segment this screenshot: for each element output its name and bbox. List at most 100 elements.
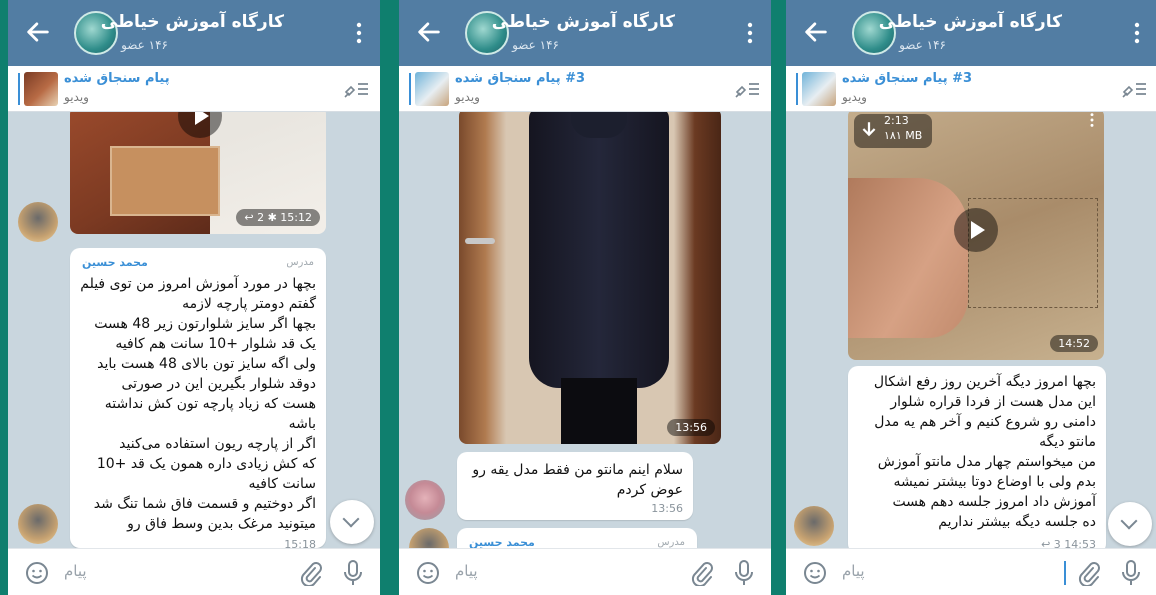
message-line: دامنی رو شروع کنیم و آخر هم یه مدل bbox=[874, 414, 1096, 430]
video-time: 14:52 bbox=[1050, 335, 1098, 352]
pin-list-icon[interactable] bbox=[342, 78, 370, 100]
message-input[interactable]: پیام bbox=[455, 562, 478, 580]
photo-time: 13:56 bbox=[667, 419, 715, 436]
pinned-thumbnail bbox=[415, 72, 449, 106]
legs bbox=[561, 378, 637, 444]
play-button[interactable] bbox=[954, 208, 998, 252]
microphone-icon[interactable] bbox=[342, 559, 364, 587]
video-time: 15:12 bbox=[280, 211, 312, 224]
message-time: 15:18 bbox=[284, 538, 316, 548]
pin-list-icon[interactable] bbox=[733, 78, 761, 100]
door-handle bbox=[465, 238, 495, 244]
scroll-down-button[interactable] bbox=[330, 500, 374, 544]
message-time: 14:53 bbox=[1064, 538, 1096, 548]
sender-avatar[interactable] bbox=[794, 506, 834, 546]
emoji-icon[interactable] bbox=[802, 560, 828, 586]
sender-avatar[interactable] bbox=[405, 480, 445, 520]
message-line: یک قد شلوار +10 سانت هم کافیه bbox=[115, 336, 316, 352]
sender-avatar[interactable] bbox=[18, 202, 58, 242]
pin-indicator bbox=[409, 73, 411, 105]
sender-role: مدرس bbox=[286, 257, 314, 268]
kebab-icon[interactable] bbox=[747, 22, 753, 44]
pinned-subtitle: ویدیو bbox=[842, 90, 867, 104]
paperclip-icon[interactable] bbox=[298, 560, 322, 586]
sender-avatar[interactable] bbox=[409, 528, 449, 548]
channel-title[interactable]: کارگاه آموزش خیاطی bbox=[492, 12, 675, 32]
kebab-icon[interactable] bbox=[1134, 22, 1140, 44]
text-message[interactable]: محمد حسین مدرس bbox=[457, 528, 697, 548]
message-list[interactable]: 13:56 سلام اینم مانتو من فقط مدل یقه رو ع… bbox=[399, 112, 771, 548]
video-message[interactable]: 2:13 ۱۸۱ MB 14:52 bbox=[848, 112, 1104, 360]
member-count: ۱۴۶ عضو bbox=[899, 38, 946, 52]
message-line: اگر دوختیم و قسمت فاق شما تنگ شد bbox=[93, 496, 316, 512]
message-line: بچها اگر سایز شلوارتون زیر 48 هست bbox=[94, 316, 316, 332]
message-list[interactable]: ↩ 2 ✱ 15:12 محمد حسین مدرس بچها در مورد … bbox=[8, 112, 380, 548]
message-line: هست که زیاد پارچه تون کش نداشته bbox=[104, 396, 316, 412]
kebab-icon[interactable] bbox=[1090, 112, 1094, 128]
text-message[interactable]: سلام اینم مانتو من فقط مدل یقه رو عوض کرد… bbox=[457, 452, 693, 520]
chat-header: کارگاه آموزش خیاطی ۱۴۶ عضو bbox=[8, 0, 380, 66]
arrow-left-icon[interactable] bbox=[802, 18, 830, 46]
sender-name[interactable]: محمد حسین bbox=[469, 536, 535, 548]
video-meta: ↩ 2 ✱ 15:12 bbox=[236, 209, 320, 226]
paperclip-icon[interactable] bbox=[1076, 560, 1100, 586]
pinned-title: #3 پیام سنجاق شده bbox=[842, 71, 973, 86]
video-message[interactable]: ↩ 2 ✱ 15:12 bbox=[70, 112, 326, 234]
video-size: ۱۸۱ MB bbox=[884, 129, 923, 142]
microphone-icon[interactable] bbox=[1120, 559, 1142, 587]
download-icon[interactable] bbox=[860, 120, 878, 138]
channel-title[interactable]: کارگاه آموزش خیاطی bbox=[101, 12, 284, 32]
text-message[interactable]: بچها امروز دیگه آخرین روز رفع اشکال این م… bbox=[848, 366, 1106, 548]
message-list[interactable]: 2:13 ۱۸۱ MB 14:52 بچها امروز دیگه آخرین … bbox=[786, 112, 1156, 548]
pinned-thumbnail bbox=[802, 72, 836, 106]
message-body: بچها امروز دیگه آخرین روز رفع اشکال این م… bbox=[856, 372, 1096, 532]
sender-role: مدرس bbox=[657, 537, 685, 548]
pinned-subtitle: ویدیو bbox=[455, 90, 480, 104]
pinned-thumbnail bbox=[24, 72, 58, 106]
emoji-icon[interactable] bbox=[415, 560, 441, 586]
pin-indicator bbox=[796, 73, 798, 105]
message-line: بدم ولی با اوضاع دوتا بیشتر نمیشه bbox=[893, 474, 1096, 490]
text-message[interactable]: محمد حسین مدرس بچها در مورد آموزش امروز … bbox=[70, 248, 326, 548]
message-line: دوقد شلوار بگیرین این در صورتی bbox=[121, 376, 316, 392]
pinned-subtitle: ویدیو bbox=[64, 90, 89, 104]
text-cursor bbox=[1064, 561, 1066, 585]
message-meta: ↩ 3 14:53 bbox=[1041, 538, 1096, 548]
sender-name[interactable]: محمد حسین bbox=[82, 256, 148, 269]
message-input-bar: پیام bbox=[786, 548, 1156, 595]
message-line: سانت کافیه bbox=[248, 476, 316, 492]
hand bbox=[848, 178, 968, 338]
chat-header: کارگاه آموزش خیاطی ۱۴۶ عضو bbox=[399, 0, 771, 66]
photo-message[interactable]: 13:56 bbox=[459, 112, 721, 444]
message-line: این مدل هست از فردا قراره شلوار bbox=[890, 394, 1096, 410]
pinned-message-bar[interactable]: #3 پیام سنجاق شده ویدیو bbox=[399, 66, 771, 112]
chat-screen-3: کارگاه آموزش خیاطی ۱۴۶ عضو #3 پیام سنجاق… bbox=[786, 0, 1156, 595]
channel-title[interactable]: کارگاه آموزش خیاطی bbox=[879, 12, 1062, 32]
pin-icon: ✱ bbox=[267, 211, 277, 224]
arrow-left-icon[interactable] bbox=[415, 18, 443, 46]
microphone-icon[interactable] bbox=[733, 559, 755, 587]
message-input-bar: پیام bbox=[399, 548, 771, 595]
emoji-icon[interactable] bbox=[24, 560, 50, 586]
paperclip-icon[interactable] bbox=[689, 560, 713, 586]
pin-indicator bbox=[18, 73, 20, 105]
message-line: من میخواستم چهار مدل مانتو آموزش bbox=[877, 454, 1096, 470]
message-line: ولی اگه سایز تون بالای 48 هست باید bbox=[97, 356, 316, 372]
coat-collar bbox=[571, 112, 627, 138]
scroll-down-button[interactable] bbox=[1108, 502, 1152, 546]
message-line: باشه bbox=[288, 416, 316, 432]
message-line: بچها در مورد آموزش امروز من توی فیلم bbox=[80, 276, 316, 292]
reply-icon: ↩ bbox=[1041, 538, 1051, 548]
message-input[interactable]: پیام bbox=[64, 562, 87, 580]
message-body: بچها در مورد آموزش امروز من توی فیلم گفتم… bbox=[78, 274, 316, 534]
member-count: ۱۴۶ عضو bbox=[121, 38, 168, 52]
pinned-message-bar[interactable]: پیام سنجاق شده ویدیو bbox=[8, 66, 380, 112]
message-input[interactable]: پیام bbox=[842, 562, 865, 580]
pinned-message-bar[interactable]: #3 پیام سنجاق شده ویدیو bbox=[786, 66, 1156, 112]
message-line: ده جلسه دیگه بیشتر نداریم bbox=[938, 514, 1096, 530]
sender-avatar[interactable] bbox=[18, 504, 58, 544]
kebab-icon[interactable] bbox=[356, 22, 362, 44]
message-input-bar: پیام bbox=[8, 548, 380, 595]
pin-list-icon[interactable] bbox=[1120, 78, 1148, 100]
arrow-left-icon[interactable] bbox=[24, 18, 52, 46]
